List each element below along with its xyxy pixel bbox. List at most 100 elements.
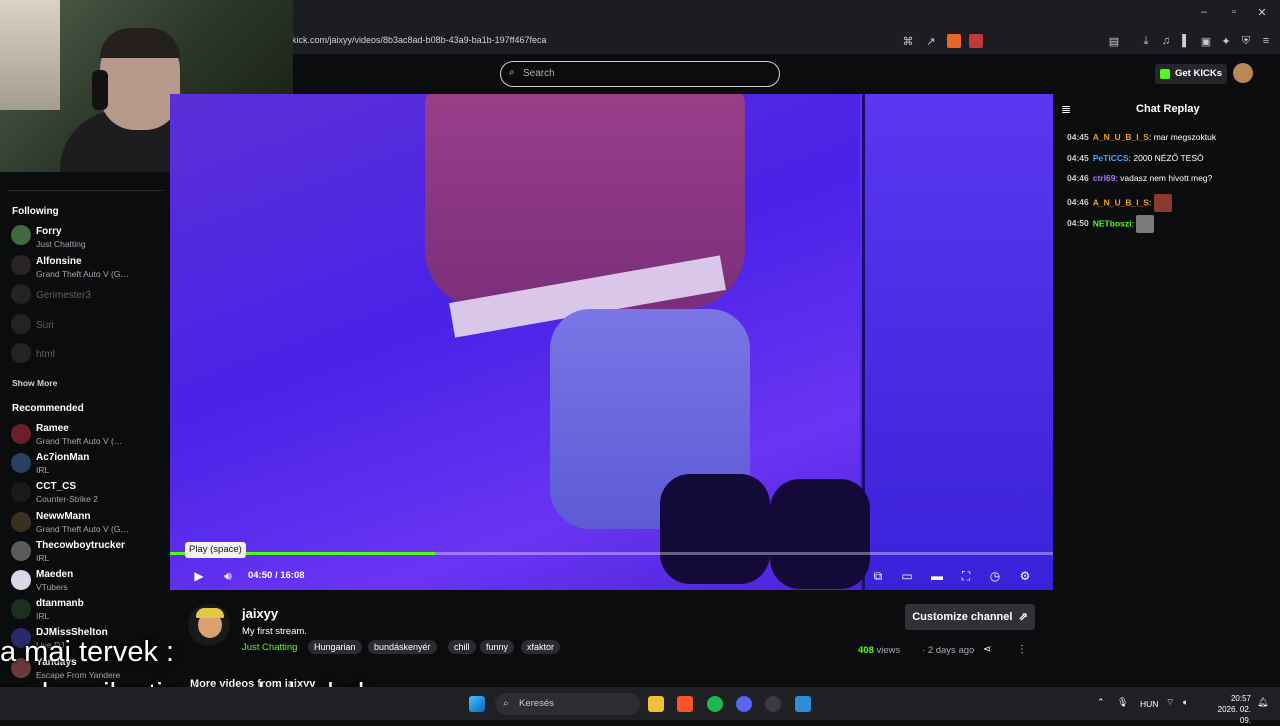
windows-taskbar (0, 687, 1280, 720)
search-placeholder: Search (523, 68, 555, 79)
brave-browser-icon[interactable] (677, 696, 693, 712)
network-icon[interactable]: ⌔ (1166, 697, 1174, 708)
collapse-chat-icon[interactable]: ≣ (1061, 102, 1071, 116)
channel-category: VTubers (36, 582, 68, 592)
reader-icon[interactable]: ▌ (1179, 34, 1193, 48)
start-icon[interactable] (469, 696, 485, 712)
fullscreen-icon[interactable]: ⛶ (958, 568, 974, 584)
channel-avatar (11, 343, 31, 363)
channel-avatar (11, 570, 31, 590)
wallet-icon[interactable]: ▣ (1199, 34, 1213, 48)
tag-chip[interactable]: chill (448, 640, 476, 654)
message-username[interactable]: A_N_U_B_I_S (1093, 197, 1149, 207)
views-number: 408 (858, 645, 874, 656)
tag-chip[interactable]: xfaktor (521, 640, 561, 654)
external-link-icon: ⇗ (1015, 611, 1028, 623)
tag-chip[interactable]: funny (480, 640, 515, 654)
emote-icon (1136, 214, 1155, 233)
message-time: 04:46 (1067, 197, 1089, 208)
channel-category: Grand Theft Auto V (… (36, 436, 123, 446)
theater-mode-icon[interactable]: ▬ (929, 568, 945, 584)
tag-chip[interactable]: Hungarian (308, 640, 362, 654)
channel-name: Forry (36, 226, 62, 237)
brave-shields-icon[interactable] (947, 34, 961, 48)
views-label: views (876, 645, 901, 656)
search-input[interactable]: ⌕ Search (500, 61, 780, 87)
current-time: 04:50 (248, 570, 273, 581)
channel-name: Maeden (36, 569, 74, 580)
show-more-button[interactable]: Show More (12, 378, 57, 388)
microphone-icon[interactable]: 🎙︎ (1117, 697, 1128, 708)
message-time: 04:46 (1067, 173, 1089, 184)
channel-name: CCT_CS (36, 481, 77, 493)
channel-avatar (11, 225, 31, 245)
channel-avatar (11, 313, 31, 334)
clip-icon[interactable]: ▭ (899, 568, 915, 584)
obs-icon[interactable] (765, 696, 781, 712)
customize-channel-button[interactable]: Customize channel ⇗ (905, 604, 1035, 630)
sidebar-toggle-icon[interactable]: ▤ (1107, 34, 1121, 48)
notifications-icon[interactable]: 🔔︎ (1257, 697, 1268, 708)
get-kicks-button[interactable]: Get KICKs (1155, 64, 1227, 84)
channel-avatar (11, 511, 31, 532)
video-player[interactable] (170, 94, 1053, 590)
file-explorer-icon[interactable] (648, 696, 664, 712)
message-username[interactable]: NETboszi (1093, 218, 1132, 228)
channel-name: dtanmanb (36, 598, 84, 610)
music-icon[interactable]: ♫ (1159, 34, 1173, 48)
share-page-icon[interactable]: ↗ (924, 34, 938, 48)
share-icon[interactable]: ⋖ (983, 644, 991, 655)
clock-time: 20:57 (1230, 694, 1251, 703)
download-icon[interactable]: ⤓ (1139, 34, 1153, 48)
message-text: vadasz nem hivott meg? (1120, 173, 1213, 184)
speaker-icon[interactable]: 🔈︎ (1183, 697, 1188, 708)
vpn-icon[interactable]: ⛨ (1239, 34, 1253, 48)
channel-avatar (11, 284, 31, 304)
view-count: 408 views (858, 645, 900, 656)
emote-icon (1153, 194, 1172, 213)
following-heading: Following (12, 206, 59, 217)
settings-gear-icon[interactable]: ⚙ (1017, 568, 1033, 584)
spotify-icon[interactable] (707, 696, 723, 712)
keyboard-language[interactable]: HUN (1140, 699, 1158, 709)
duration: 16:08 (280, 570, 305, 581)
message-text: 2000 NÉZŐ TESÓ (1133, 152, 1204, 163)
photos-icon[interactable] (795, 696, 811, 712)
channel-avatar[interactable] (188, 604, 230, 646)
message-username[interactable]: PeTICCS (1093, 153, 1129, 163)
chat-title: Chat Replay (1136, 103, 1200, 115)
channel-category: Grand Theft Auto V (G… (36, 268, 129, 279)
maximize-icon[interactable]: ▫ (1224, 6, 1244, 22)
chat-message: 04:46 ctrl69: vadasz nem hivott meg? (1067, 173, 1212, 183)
message-time: 04:45 (1067, 152, 1089, 163)
volume-icon[interactable]: 🔊︎ (220, 568, 236, 584)
play-icon[interactable]: ▶ (191, 568, 207, 584)
clock[interactable]: 20:57 2026. 02. 09. (1205, 693, 1251, 726)
show-hidden-icons-icon[interactable]: ⌃ (1097, 697, 1105, 708)
user-avatar[interactable] (1233, 63, 1253, 83)
discord-icon[interactable] (736, 696, 752, 712)
more-options-icon[interactable]: ⋮ (1017, 644, 1027, 655)
menu-icon[interactable]: ≡ (1259, 34, 1273, 48)
message-username[interactable]: A_N_U_B_I_S (1093, 132, 1149, 142)
playback-speed-icon[interactable]: ◷ (987, 568, 1003, 584)
leo-icon[interactable]: ✦ (1219, 34, 1233, 48)
category-link[interactable]: Just Chatting (242, 642, 297, 653)
miniplayer-icon[interactable]: ⧉ (870, 568, 886, 584)
taskbar-search[interactable]: ⌕ Keresés (495, 693, 640, 715)
channel-name: Ramee (36, 423, 69, 434)
channel-category: IRL (36, 611, 50, 622)
subtitle-line-1: a mai tervek : (0, 636, 175, 668)
brave-rewards-icon[interactable] (969, 34, 983, 48)
minimize-icon[interactable]: – (1194, 6, 1214, 22)
stream-title: My first stream. (242, 626, 307, 637)
taskbar-search-icon: ⌕ (503, 698, 509, 709)
address-bar[interactable]: kick.com/jaixyy/videos/8b3ac8ad-b08b-43a… (292, 31, 992, 49)
message-username[interactable]: ctrl69 (1093, 173, 1116, 183)
translate-icon[interactable]: ⌘ (901, 34, 915, 48)
channel-name[interactable]: jaixyy (242, 606, 278, 621)
tag-chip[interactable]: bundáskenyér (368, 640, 437, 654)
chat-message: 04:46 A_N_U_B_I_S: (1067, 194, 1172, 213)
close-icon[interactable]: ✕ (1252, 6, 1272, 22)
channel-avatar (11, 424, 31, 444)
